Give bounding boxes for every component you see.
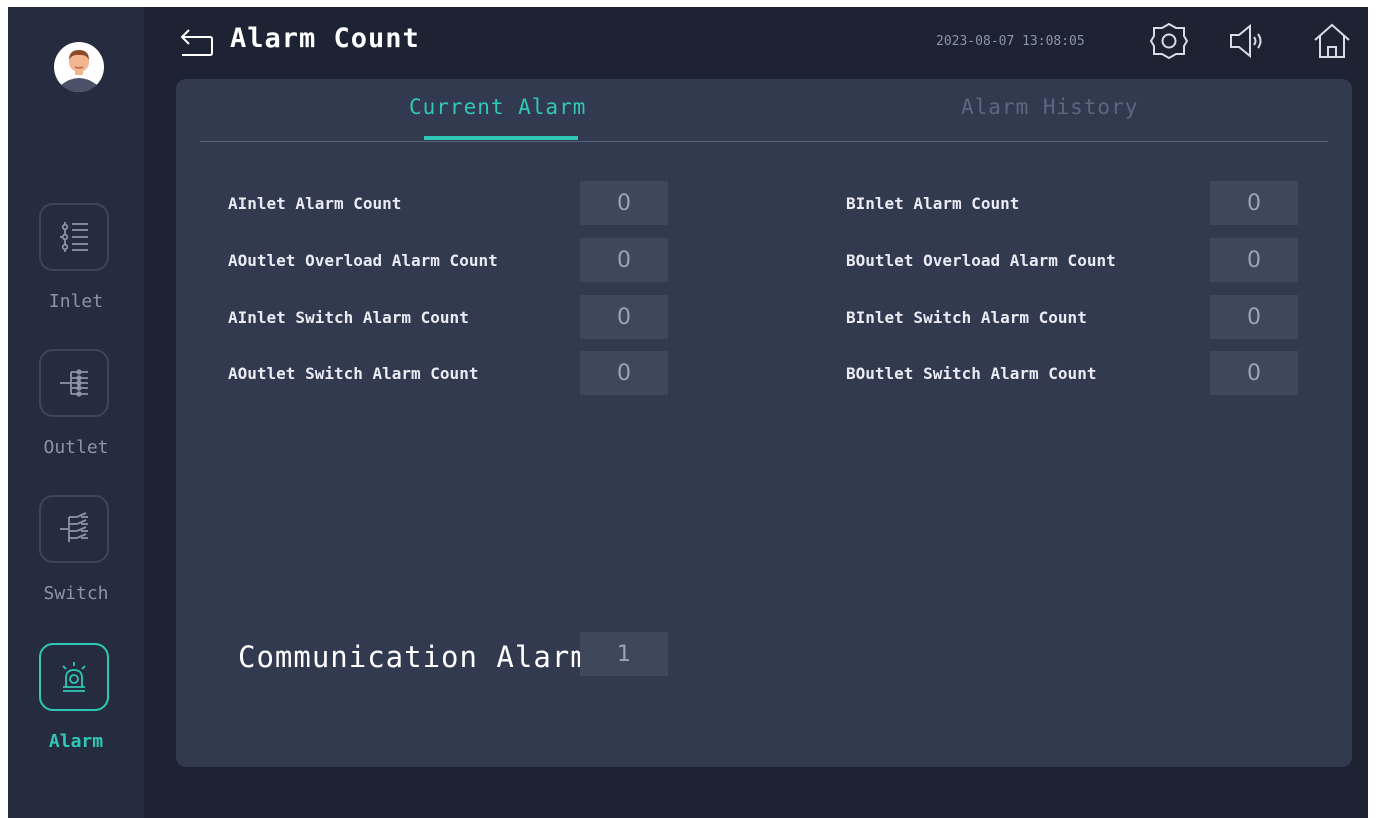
communication-alarm-label: Communication Alarm xyxy=(238,640,589,674)
topbar: Alarm Count 2023-08-07 13:08:05 xyxy=(144,7,1368,77)
boutlet-switch-alarm-count-label: BOutlet Switch Alarm Count xyxy=(846,364,1097,383)
back-icon[interactable] xyxy=(178,25,214,59)
datetime: 2023-08-07 13:08:05 xyxy=(936,34,1085,49)
sidebar-item-label: Switch xyxy=(43,583,109,604)
inlet-icon xyxy=(60,222,88,252)
boutlet-overload-alarm-count-value: 0 xyxy=(1210,238,1298,282)
sidebar-item-switch[interactable]: Switch xyxy=(8,495,144,615)
outlet-icon xyxy=(60,369,88,397)
active-tab-indicator xyxy=(424,136,578,140)
switch-icon-box xyxy=(39,495,109,563)
communication-alarm-value: 1 xyxy=(580,632,668,676)
outlet-icon-box xyxy=(39,349,109,417)
ainlet-switch-alarm-count-label: AInlet Switch Alarm Count xyxy=(228,308,469,327)
tab-alarm-history[interactable]: Alarm History xyxy=(961,95,1138,119)
aoutlet-overload-alarm-count-label: AOutlet Overload Alarm Count xyxy=(228,251,498,270)
switch-icon xyxy=(60,512,88,542)
aoutlet-switch-alarm-count-label: AOutlet Switch Alarm Count xyxy=(228,364,479,383)
boutlet-overload-alarm-count-label: BOutlet Overload Alarm Count xyxy=(846,251,1116,270)
inlet-icon-box xyxy=(39,203,109,271)
sidebar-item-outlet[interactable]: Outlet xyxy=(8,349,144,469)
ainlet-alarm-count-label: AInlet Alarm Count xyxy=(228,194,402,213)
sidebar-item-alarm[interactable]: Alarm xyxy=(8,643,144,763)
sidebar-item-inlet[interactable]: Inlet xyxy=(8,203,144,323)
binlet-alarm-count-label: BInlet Alarm Count xyxy=(846,194,1020,213)
alarm-panel: Current Alarm Alarm History AInlet Alarm… xyxy=(176,79,1352,767)
alarm-icon xyxy=(62,662,86,692)
binlet-alarm-count-value: 0 xyxy=(1210,181,1298,225)
aoutlet-switch-alarm-count-value: 0 xyxy=(580,351,668,395)
ainlet-alarm-count-value: 0 xyxy=(580,181,668,225)
avatar[interactable] xyxy=(53,41,105,93)
aoutlet-overload-alarm-count-value: 0 xyxy=(580,238,668,282)
tab-divider xyxy=(200,141,1328,142)
sidebar: Inlet Outlet Switch Alarm xyxy=(8,7,144,818)
boutlet-switch-alarm-count-value: 0 xyxy=(1210,351,1298,395)
speaker-icon[interactable] xyxy=(1226,21,1266,61)
alarm-icon-box xyxy=(39,643,109,711)
sidebar-item-label: Inlet xyxy=(48,291,104,312)
screen: Inlet Outlet Switch Alarm Alarm Count 20… xyxy=(8,7,1368,818)
ainlet-switch-alarm-count-value: 0 xyxy=(580,295,668,339)
binlet-switch-alarm-count-label: BInlet Switch Alarm Count xyxy=(846,308,1087,327)
page-title: Alarm Count xyxy=(230,23,420,54)
binlet-switch-alarm-count-value: 0 xyxy=(1210,295,1298,339)
sidebar-item-label: Alarm xyxy=(48,731,104,752)
tab-current-alarm[interactable]: Current Alarm xyxy=(409,95,586,119)
gear-icon[interactable] xyxy=(1149,21,1189,61)
home-icon[interactable] xyxy=(1312,21,1352,61)
sidebar-item-label: Outlet xyxy=(43,437,109,458)
